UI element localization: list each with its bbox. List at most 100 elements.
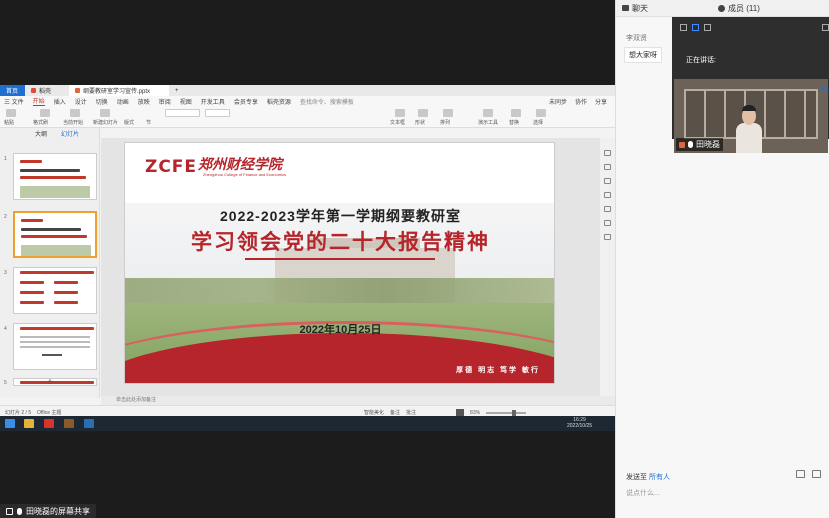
slide-thumbnail-4[interactable]: [13, 323, 97, 370]
shared-screen: 首页 稻壳 纲要教研室学习宣传.pptx + 三 文件 开始 插入 设计 切换 …: [0, 0, 615, 518]
wps-icon[interactable]: [44, 419, 54, 428]
tool-icon[interactable]: [604, 220, 611, 226]
tool-icon[interactable]: [604, 164, 611, 170]
clock-date: 2022/10/25: [567, 423, 593, 429]
layout-label[interactable]: 版式: [124, 119, 134, 126]
font-size-select[interactable]: [205, 109, 230, 117]
smart-beautify-button[interactable]: 智能美化: [364, 409, 384, 416]
thumb-tabs: 大纲 幻灯片: [0, 128, 99, 138]
sync-status[interactable]: 未同步: [549, 97, 567, 106]
menu-member[interactable]: 会员专享: [234, 97, 258, 106]
tab-home[interactable]: 首页: [0, 85, 25, 96]
arrange-icon[interactable]: [443, 109, 453, 117]
menu-resources[interactable]: 稻壳资源: [267, 97, 291, 106]
menu-devtools[interactable]: 开发工具: [201, 97, 225, 106]
tab-outline[interactable]: 大纲: [35, 129, 47, 138]
play-icon[interactable]: [456, 409, 465, 416]
mic-icon: [17, 507, 22, 515]
tool-icon[interactable]: [604, 206, 611, 212]
members-icon: [718, 4, 725, 12]
menu-animation[interactable]: 动画: [117, 97, 129, 106]
screenshot-icon[interactable]: [812, 470, 821, 478]
file-icon[interactable]: [796, 470, 805, 478]
menu-right-group: 未同步 协作 分享: [549, 97, 615, 106]
tab-daoke[interactable]: 稻壳: [25, 85, 69, 96]
slide-thumbnail-3[interactable]: [13, 267, 97, 314]
tool-icon[interactable]: [604, 150, 611, 156]
format-painter-icon[interactable]: [40, 109, 50, 117]
replace-label: 替换: [509, 120, 520, 126]
presenter-tools-icon[interactable]: [483, 109, 493, 117]
command-search[interactable]: 查找命令、搜索模板: [300, 97, 354, 106]
tool-icon[interactable]: [604, 192, 611, 198]
slide-thumbnail-2[interactable]: [13, 211, 97, 258]
app-icon[interactable]: [64, 419, 74, 428]
add-slide-button[interactable]: +: [47, 377, 53, 388]
tab-document-label: 纲要教研室学习宣传.pptx: [83, 89, 151, 95]
speaker-figure: [736, 105, 762, 153]
menu-design[interactable]: 设计: [75, 97, 87, 106]
select-label: 选择: [533, 120, 544, 126]
arrange-label: 排列: [440, 120, 451, 126]
list-icon[interactable]: [704, 23, 711, 31]
thumb-number: 5: [4, 380, 7, 386]
speaker-video[interactable]: 田晓磊: [674, 79, 828, 153]
gallery-icon[interactable]: [692, 23, 699, 31]
wps-presentation-window: 首页 稻壳 纲要教研室学习宣传.pptx + 三 文件 开始 插入 设计 切换 …: [0, 85, 615, 430]
send-to-label: 发送至: [626, 474, 647, 481]
tab-chat[interactable]: 聊天: [616, 3, 672, 14]
textbox-icon[interactable]: [395, 109, 405, 117]
start-icon[interactable]: [5, 419, 15, 428]
shape-label: 形状: [415, 120, 426, 126]
speaking-indicator: 正在讲话:: [686, 57, 716, 64]
shape-icon[interactable]: [418, 109, 428, 117]
paste-label: 粘贴: [4, 120, 15, 126]
menu-slideshow[interactable]: 放映: [138, 97, 150, 106]
collab-button[interactable]: 协作: [575, 97, 587, 106]
new-slide-icon[interactable]: [100, 109, 110, 117]
share-button[interactable]: 分享: [595, 97, 607, 106]
explorer-icon[interactable]: [24, 419, 34, 428]
send-to-select[interactable]: 所有人: [649, 474, 670, 481]
menu-insert[interactable]: 插入: [54, 97, 66, 106]
play-current-icon[interactable]: [70, 109, 80, 117]
chat-input[interactable]: 说点什么...: [626, 488, 660, 498]
tab-members-label: 成员 (11): [728, 3, 760, 13]
font-select[interactable]: [165, 109, 200, 117]
menu-transition[interactable]: 切换: [96, 97, 108, 106]
notes-toggle[interactable]: 备注: [390, 409, 400, 416]
menu-start[interactable]: 开始: [32, 96, 45, 106]
new-slide-label: 新建幻灯片: [93, 120, 119, 126]
taskbar-clock: 16:29 2022/10/25: [567, 417, 592, 429]
presenter-tools-label: 演示工具: [478, 120, 499, 126]
menu-file[interactable]: 三 文件: [4, 97, 24, 106]
app-icon[interactable]: [84, 419, 94, 428]
notes-area[interactable]: 单击此处添加备注: [101, 396, 615, 405]
slide-subtitle: 2022-2023学年第一学期纲要教研室: [220, 208, 461, 224]
paste-icon[interactable]: [6, 109, 16, 117]
tool-icon[interactable]: [604, 178, 611, 184]
section-label[interactable]: 节: [146, 119, 151, 126]
tool-icon[interactable]: [604, 234, 611, 240]
tab-document[interactable]: 纲要教研室学习宣传.pptx: [69, 85, 169, 96]
tab-slides[interactable]: 幻灯片: [61, 129, 79, 138]
replace-icon[interactable]: [511, 109, 521, 117]
comment-toggle[interactable]: 批注: [406, 409, 416, 416]
slide-thumbnail-5[interactable]: [13, 378, 97, 386]
layout-icon[interactable]: [680, 23, 687, 31]
slide-thumbnail-pane: 大纲 幻灯片 1 2 3 4 5 +: [0, 128, 100, 398]
more-participants-badge[interactable]: +1: [820, 84, 829, 93]
grid-icon[interactable]: [822, 23, 829, 31]
current-slide[interactable]: ZCFE 郑州财经学院 Zhengzhou College of Finance…: [124, 142, 555, 384]
panel-header: 聊天 成员 (11): [616, 0, 829, 17]
new-tab-button[interactable]: +: [169, 85, 185, 96]
zoom-slider[interactable]: [486, 409, 527, 416]
menu-view[interactable]: 视图: [180, 97, 192, 106]
slide-date: 2022年10月25日: [299, 324, 382, 336]
menu-review[interactable]: 审阅: [159, 97, 171, 106]
select-icon[interactable]: [536, 109, 546, 117]
slide-thumbnail-1[interactable]: [13, 153, 97, 200]
meeting-window: 首页 稻壳 纲要教研室学习宣传.pptx + 三 文件 开始 插入 设计 切换 …: [0, 0, 829, 518]
tab-members[interactable]: 成员 (11): [672, 3, 760, 14]
college-logo-mark: ZCFE: [145, 157, 198, 177]
